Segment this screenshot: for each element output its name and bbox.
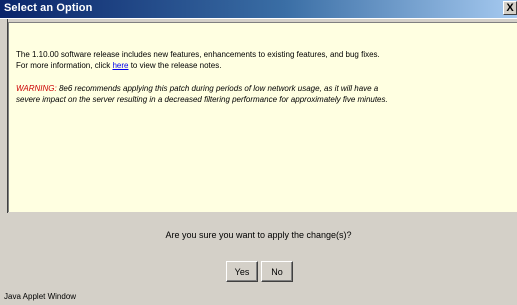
warning-line-1: WARNING: 8e6 recommends applying this pa…: [16, 83, 388, 94]
yes-button[interactable]: Yes: [226, 261, 258, 282]
warning-line-2: severe impact on the server resulting in…: [16, 95, 388, 104]
close-icon[interactable]: X: [503, 1, 517, 15]
window-title: Select an Option: [4, 2, 93, 14]
release-info-line-2: For more information, click here to view…: [16, 60, 380, 71]
confirmation-question: Are you sure you want to apply the chang…: [165, 230, 352, 240]
release-info-suffix: to view the release notes.: [128, 61, 222, 70]
dialog-window: Select an Option X The 1.10.00 software …: [0, 0, 517, 305]
no-button[interactable]: No: [261, 261, 293, 282]
release-info-text: The 1.10.00 software release includes ne…: [16, 49, 380, 71]
warning-text: WARNING: 8e6 recommends applying this pa…: [16, 83, 388, 105]
release-info-line-1: The 1.10.00 software release includes ne…: [16, 50, 380, 59]
warning-label: WARNING:: [16, 84, 57, 93]
title-bar[interactable]: Select an Option X: [0, 0, 517, 19]
warning-line-1-rest: 8e6 recommends applying this patch durin…: [56, 84, 379, 93]
status-bar-text: Java Applet Window: [4, 292, 77, 301]
release-info-prefix: For more information, click: [16, 61, 113, 70]
message-panel: The 1.10.00 software release includes ne…: [8, 22, 517, 212]
release-notes-link[interactable]: here: [112, 61, 128, 70]
